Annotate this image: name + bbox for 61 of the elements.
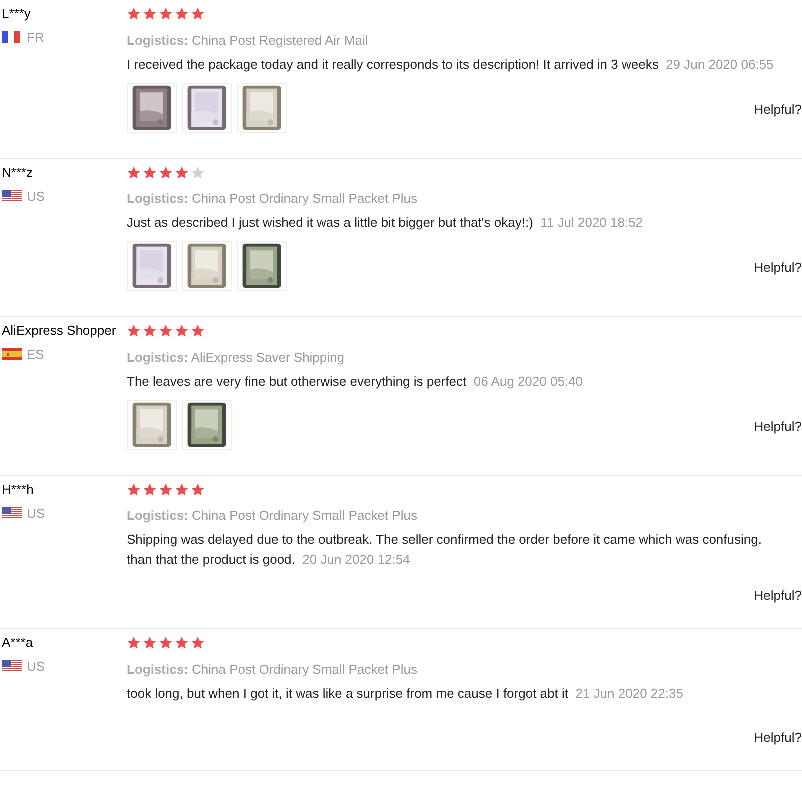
star-icon bbox=[127, 636, 141, 650]
star-icon bbox=[127, 7, 141, 21]
review-text: The leaves are very fine but otherwise everything is perfect bbox=[127, 374, 467, 388]
star-icon bbox=[159, 324, 173, 338]
review-text: took long, but when I got it, it was like a surprise from me cause I forgot abt it bbox=[127, 686, 568, 700]
logistics-info: Logistics: AliExpress Saver Shipping bbox=[127, 348, 344, 367]
flag-icon bbox=[2, 190, 22, 202]
reviewer-name: H***h bbox=[2, 480, 34, 498]
country-code: US bbox=[27, 188, 46, 204]
review-date: 21 Jun 2020 22:35 bbox=[576, 686, 684, 700]
star-icon bbox=[191, 482, 205, 496]
star-icon bbox=[191, 324, 205, 338]
star-icon bbox=[143, 7, 157, 21]
flag-icon bbox=[2, 506, 22, 518]
helpful-label[interactable]: Helpful? bbox=[754, 418, 802, 434]
star-icon bbox=[159, 636, 173, 650]
helpful-label[interactable]: Helpful? bbox=[754, 588, 802, 603]
review-date: 06 Aug 2020 05:40 bbox=[474, 374, 584, 388]
logistics-info: Logistics: China Post Ordinary Small Packet Plus bbox=[127, 507, 418, 525]
star-icon bbox=[143, 166, 157, 180]
star-icon bbox=[191, 7, 205, 21]
review-text: I received the package today and it really corresponds to its description! It arrived in 3 weeks bbox=[127, 56, 659, 72]
reviewer-name: A***a bbox=[2, 634, 34, 652]
star-icon bbox=[175, 482, 189, 496]
star-icon bbox=[127, 324, 141, 338]
logistics-info: Logistics: China Post Ordinary Small Packet Plus bbox=[127, 190, 418, 208]
reviewer-name: L***y bbox=[2, 5, 31, 23]
star-icon bbox=[175, 166, 189, 180]
star-icon bbox=[127, 482, 141, 496]
star-icon bbox=[191, 636, 205, 650]
helpful-label[interactable]: Helpful? bbox=[754, 260, 802, 275]
helpful-label[interactable]: Helpful? bbox=[754, 102, 802, 116]
star-icon bbox=[159, 166, 173, 180]
star-icon bbox=[175, 636, 189, 650]
review-date: 29 Jun 2020 06:55 bbox=[666, 56, 774, 72]
reviewer-name: AliExpress Shopper bbox=[2, 322, 116, 340]
flag-icon bbox=[2, 348, 22, 360]
star-icon bbox=[191, 166, 205, 180]
star-icon bbox=[175, 324, 189, 338]
country-code: FR bbox=[27, 30, 44, 45]
star-icon bbox=[159, 7, 173, 21]
helpful-label[interactable]: Helpful? bbox=[754, 730, 802, 744]
country-code: US bbox=[27, 659, 46, 674]
star-icon bbox=[143, 324, 157, 338]
star-icon bbox=[175, 7, 189, 21]
star-icon bbox=[127, 166, 141, 180]
reviewer-name: N***z bbox=[2, 164, 34, 182]
country-code: ES bbox=[27, 347, 44, 362]
review-text: Just as described I just wished it was a little bit bigger but that's okay!:) bbox=[127, 215, 534, 230]
star-icon bbox=[143, 636, 157, 650]
star-icon bbox=[143, 482, 157, 496]
logistics-info: Logistics: China Post Ordinary Small Packet Plus bbox=[127, 660, 418, 679]
review-date: 20 Jun 2020 12:54 bbox=[302, 552, 410, 567]
flag-icon bbox=[2, 31, 22, 43]
country-code: US bbox=[27, 506, 46, 520]
review-date: 11 Jul 2020 18:52 bbox=[540, 215, 644, 230]
flag-icon bbox=[2, 660, 22, 672]
star-icon bbox=[159, 482, 173, 496]
review-text: Shipping was delayed due to the outbreak. The seller confirmed the order before it came which was confusing. bbox=[127, 532, 762, 547]
logistics-info: Logistics: China Post Registered Air Mail bbox=[127, 32, 368, 50]
review-text: than that the product is good. bbox=[127, 552, 296, 567]
